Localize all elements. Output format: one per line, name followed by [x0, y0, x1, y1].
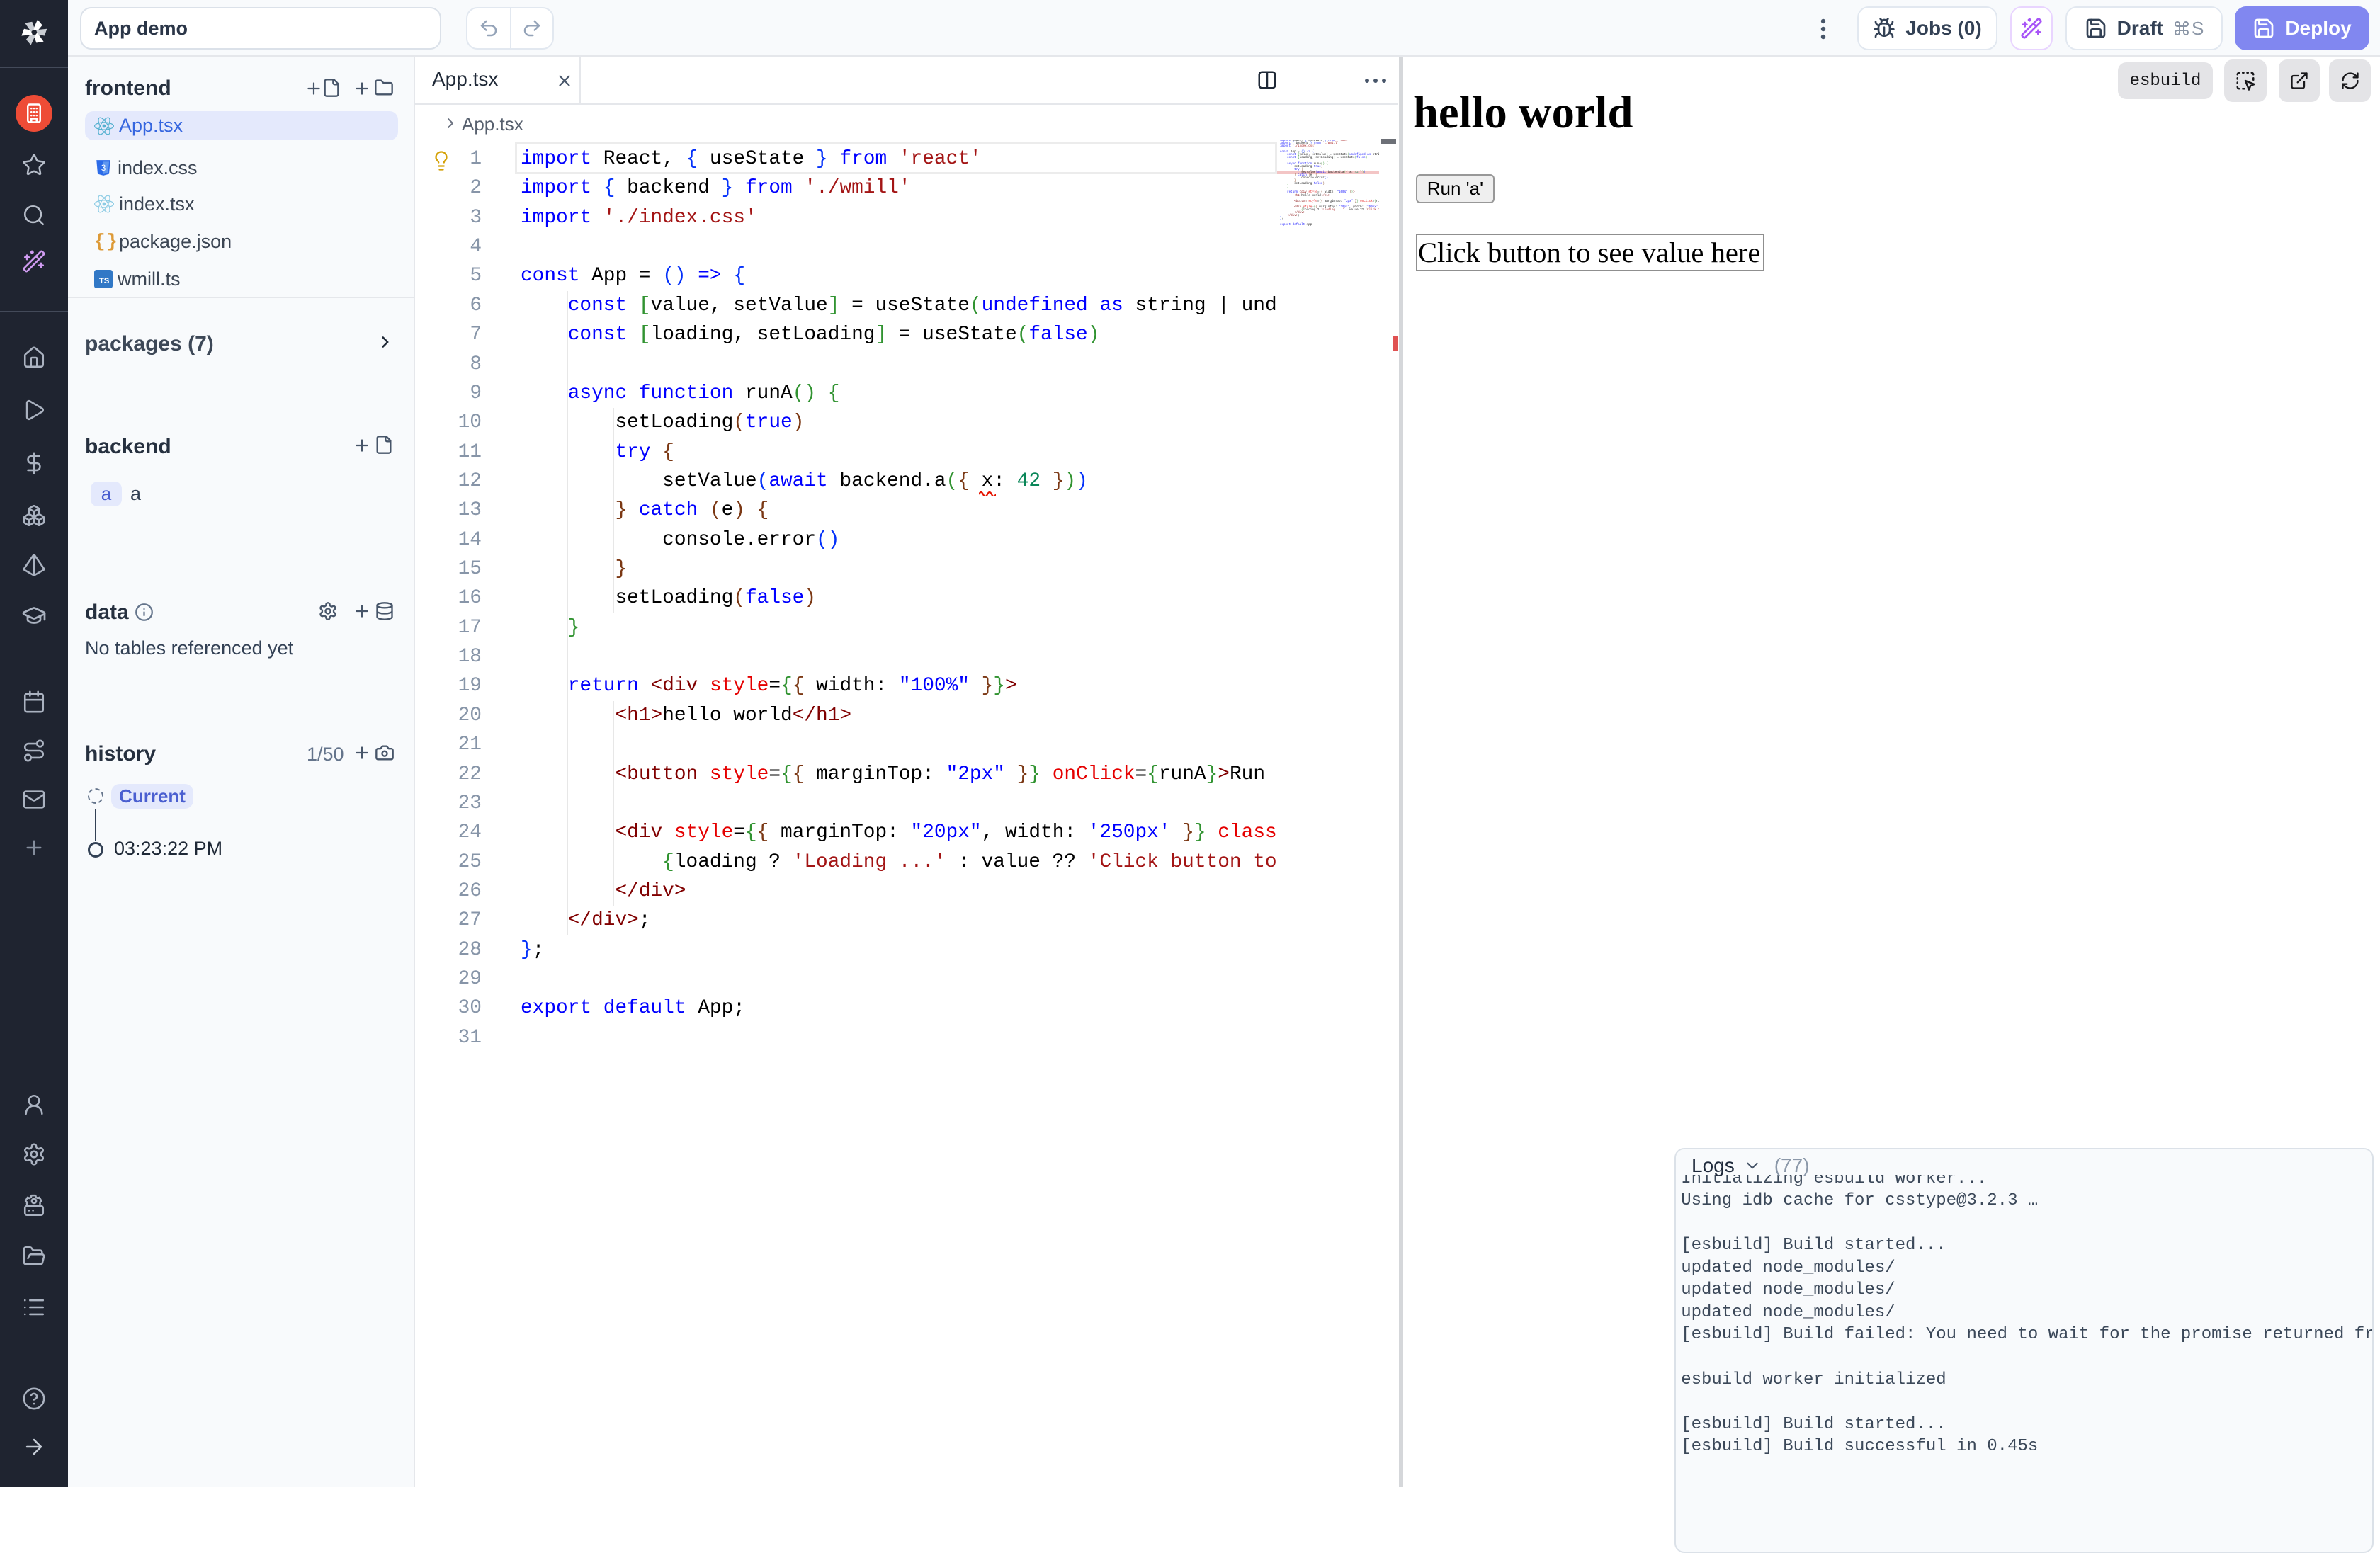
svg-text:TS: TS — [99, 277, 110, 285]
svg-text:3: 3 — [101, 163, 106, 173]
